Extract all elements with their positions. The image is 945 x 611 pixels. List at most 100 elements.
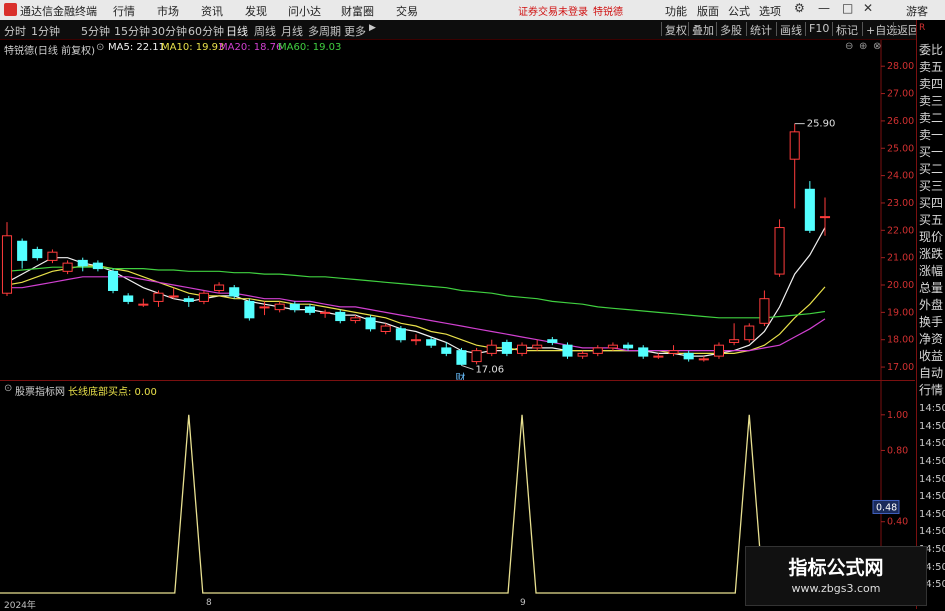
menu-news[interactable]: 资讯 [201,3,223,19]
period-tab-multi[interactable]: 多周期 [308,23,341,39]
panel-item[interactable]: 现价 [919,229,943,246]
period-tab-1min[interactable]: 1分钟 [31,23,60,39]
cai-marker: 财 [455,371,465,380]
period-tab-monthly[interactable]: 月线 [281,23,303,39]
watermark-title: 指标公式网 [788,557,884,579]
menu-ask[interactable]: 问小达 [288,3,321,19]
candle-body [214,284,225,291]
mark-button[interactable]: 标记 [832,22,858,37]
menu-quotes[interactable]: 行情 [113,3,135,19]
candle-body [47,251,58,261]
period-tab-30min[interactable]: 30分钟 [151,23,187,39]
candle-body [107,270,119,291]
period-tab-more[interactable]: 更多 [344,23,366,39]
current-value-label: 0.48 [876,502,897,513]
panel-item[interactable]: 行情 [919,382,943,399]
panel-item[interactable]: 14:50 [919,435,945,452]
candle-body [698,358,709,361]
price-tick-label: 23.00 [887,198,914,209]
menu-market[interactable]: 市场 [157,3,179,19]
panel-item[interactable]: 外盘 [919,297,943,314]
candle-body [456,350,467,365]
more-chevron-icon[interactable]: ▶ [369,23,376,33]
panel-item[interactable]: 14:50 [919,523,945,540]
candle-body [789,131,800,160]
panel-item[interactable]: 涨幅 [919,263,943,280]
period-tab-5min[interactable]: 5分钟 [81,23,110,39]
sub-tick-label: 0.80 [887,445,908,456]
multi-stock-button[interactable]: 多股 [716,22,742,37]
candle-body [77,259,88,267]
guest-button[interactable]: 游客 [906,3,928,19]
panel-item[interactable]: 14:50 [919,506,945,523]
panel-item[interactable]: 买四 [919,195,943,212]
candle-body [289,303,300,311]
menu-formula[interactable]: 公式 [728,3,750,19]
period-tab-60min[interactable]: 60分钟 [188,23,224,39]
panel-item[interactable]: 14:50 [919,488,945,505]
panel-item[interactable]: 卖四 [919,76,943,93]
candle-body [607,344,618,349]
panel-item[interactable]: 卖三 [919,93,943,110]
panel-item[interactable]: 买五 [919,212,943,229]
panel-item[interactable]: 买二 [919,161,943,178]
panel-item[interactable]: 自动 [919,365,943,382]
candle-body [62,262,73,272]
period-tab-intraday[interactable]: 分时 [4,23,26,39]
menu-discover[interactable]: 发现 [245,3,267,19]
candle-body [713,344,725,357]
settings-icon[interactable]: ⚙ [794,1,805,15]
adjust-button[interactable]: 复权 [661,22,687,37]
period-tab-daily[interactable]: 日线 [226,23,248,39]
panel-item[interactable]: 卖二 [919,110,943,127]
panel-item[interactable]: 买三 [919,178,943,195]
panel-item[interactable]: 14:50 [919,400,945,417]
panel-item[interactable]: 买一 [919,144,943,161]
period-tab-15min[interactable]: 15分钟 [114,23,150,39]
panel-item[interactable]: 换手 [919,314,943,331]
price-tick-label: 18.00 [887,335,914,346]
candle-body [153,292,164,302]
panel-item[interactable]: 涨跌 [919,246,943,263]
candle-body [138,303,149,306]
candlestick-chart[interactable]: 28.00 27.00 26.00 25.00 24.00 23.00 22.00 21.00… [0,40,915,380]
panel-item[interactable]: 14:50 [919,471,945,488]
panel-item[interactable]: 收益 [919,348,943,365]
sub-tick-label: 1.00 [887,410,908,421]
menu-trade[interactable]: 交易 [396,3,418,19]
maximize-icon[interactable]: □ [842,1,853,15]
panel-item[interactable]: 卖一 [919,127,943,144]
price-tick-label: 19.00 [887,307,914,318]
draw-line-button[interactable]: 画线 [776,22,802,37]
panel-item[interactable]: 委比 [919,42,943,59]
add-watchlist-button[interactable]: +自选 [862,22,897,37]
candle-body [1,235,13,294]
period-tab-weekly[interactable]: 周线 [254,23,276,39]
candle-body [32,248,43,259]
login-notice[interactable]: 证券交易未登录 [518,3,588,18]
menu-function[interactable]: 功能 [665,3,687,19]
panel-item[interactable]: 净资 [919,331,943,348]
menu-options[interactable]: 选项 [759,3,781,19]
statistics-button[interactable]: 统计 [746,22,772,37]
title-bar: 通达信金融终端 行情 市场 资讯 发现 问小达 财富圈 交易 证券交易未登录 特… [0,0,945,20]
candle-body [229,287,240,297]
f10-button[interactable]: F10 [805,22,829,36]
quote-side-panel: R 委比 卖五 卖四 卖三 卖二 卖一 买一 买二 买三 买四 买五 现价 涨跌 涨幅 总量 外盘 换手 净资 收益自… [916,20,945,609]
panel-item[interactable]: 14:50 [919,453,945,470]
candle-body [168,295,179,298]
current-stock-name: 特锐德 [593,7,623,18]
panel-item[interactable]: 14:50 [919,418,945,435]
panel-item[interactable]: 卖五 [919,59,943,76]
menu-wealth-circle[interactable]: 财富圈 [341,3,374,19]
low-price-label: 17.06 [475,364,504,375]
panel-item[interactable]: 总量 [919,280,943,297]
candle-body [638,347,649,357]
close-icon[interactable]: ✕ [863,1,873,15]
menu-layout[interactable]: 版面 [697,3,719,19]
low-marker-line [461,364,474,370]
overlay-button[interactable]: 叠加 [688,22,714,37]
watermark-box: 指标公式网 www.zbgs3.com [745,546,927,606]
minimize-icon[interactable]: — [818,1,830,15]
ma-line-ma60 [6,266,826,319]
